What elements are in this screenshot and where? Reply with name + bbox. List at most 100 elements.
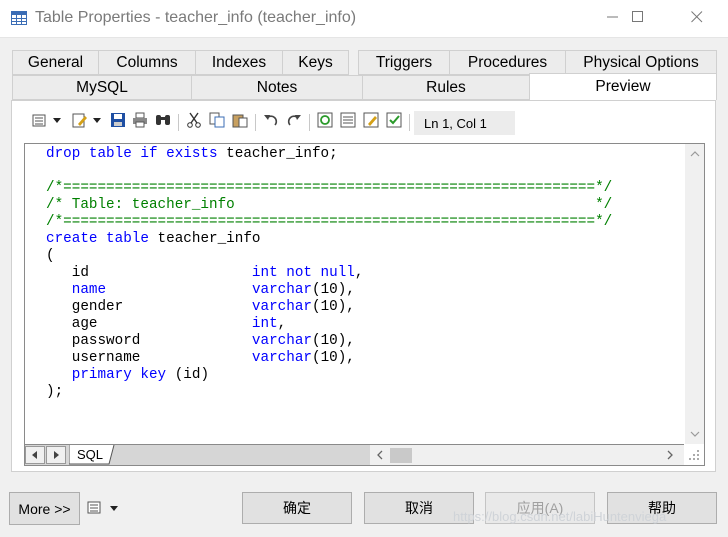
properties-dropdown-icon: [86, 501, 122, 524]
sheet-tab-label: SQL: [77, 447, 104, 462]
tab-indexes[interactable]: Indexes: [195, 50, 283, 75]
horizontal-scrollbar[interactable]: [370, 444, 684, 465]
sql-text: ,: [277, 316, 287, 332]
properties-menu-button[interactable]: [86, 496, 122, 520]
code-line: create table teacher_info: [46, 231, 686, 248]
refresh-button[interactable]: [316, 112, 334, 133]
edit-dropdown-button[interactable]: [70, 113, 104, 131]
tab-triggers[interactable]: Triggers: [358, 50, 450, 75]
check-options-icon: [386, 112, 402, 133]
show-generation-options-button[interactable]: [339, 112, 357, 133]
vertical-scrollbar[interactable]: [685, 144, 704, 444]
scroll-up-icon: [690, 151, 700, 157]
tab-columns[interactable]: Columns: [98, 50, 196, 75]
cut-button[interactable]: [185, 112, 203, 133]
tab-mysql[interactable]: MySQL: [12, 75, 192, 100]
cut-icon: [186, 112, 202, 133]
sql-text: teacher_info: [148, 231, 261, 247]
tab-general[interactable]: General: [12, 50, 99, 75]
check-options-button[interactable]: [385, 112, 403, 133]
sql-text: (: [46, 248, 55, 264]
sheet-next-button[interactable]: [46, 446, 66, 464]
sql-comment: /*======================================…: [46, 180, 613, 196]
triangle-right-icon: [54, 451, 59, 459]
tab-notes[interactable]: Notes: [191, 75, 363, 100]
sql-text: gender: [46, 299, 252, 315]
ok-button[interactable]: 确定: [242, 492, 352, 524]
code-line: primary key (id): [46, 367, 686, 384]
sheet-prev-button[interactable]: [25, 446, 45, 464]
code-line: age int,: [46, 316, 686, 333]
title-bar: Table Properties - teacher_info (teacher…: [0, 0, 728, 38]
tab-procedures[interactable]: Procedures: [449, 50, 566, 75]
properties-dropdown-icon: [31, 112, 63, 133]
sql-comment: /* Table: teacher_info */: [46, 197, 613, 213]
table-icon: [11, 11, 27, 25]
edit-options-button[interactable]: [362, 112, 380, 133]
sql-keyword: varchar: [251, 299, 312, 315]
sql-keyword: create table: [46, 231, 149, 247]
sql-code[interactable]: drop table if exists teacher_info; /*====…: [46, 146, 686, 438]
sql-preview-editor[interactable]: drop table if exists teacher_info; /*====…: [24, 143, 705, 466]
properties-dropdown-button[interactable]: [30, 113, 64, 131]
code-line: password varchar(10),: [46, 333, 686, 350]
sql-keyword: varchar: [251, 282, 312, 298]
code-line: );: [46, 384, 686, 401]
paste-icon: [232, 112, 248, 133]
redo-button[interactable]: [285, 113, 303, 131]
code-line: /*======================================…: [46, 180, 686, 197]
scroll-right-icon: [667, 450, 673, 460]
horizontal-scroll-thumb[interactable]: [390, 448, 412, 463]
preview-toolbar: Ln 1, Col 1: [28, 111, 518, 135]
tab-keys[interactable]: Keys: [282, 50, 349, 75]
tab-physical-options[interactable]: Physical Options: [565, 50, 717, 75]
sql-text: teacher_info;: [217, 146, 338, 162]
code-line: /* Table: teacher_info */: [46, 197, 686, 214]
refresh-icon: [317, 112, 333, 133]
sql-keyword: int: [251, 316, 278, 332]
maximize-icon: [632, 10, 644, 28]
copy-button[interactable]: [208, 112, 226, 131]
code-line: id int not null,: [46, 265, 686, 282]
sql-keyword: name: [71, 282, 107, 298]
code-line: name varchar(10),: [46, 282, 686, 299]
redo-icon: [286, 112, 302, 133]
sql-text: );: [46, 384, 64, 400]
sheet-tab-sql[interactable]: SQL: [69, 445, 115, 465]
save-icon: [110, 112, 126, 133]
close-icon: [691, 10, 703, 28]
maximize-button[interactable]: [615, 0, 661, 38]
undo-icon: [263, 112, 279, 133]
tab-rules[interactable]: Rules: [362, 75, 530, 100]
undo-button[interactable]: [262, 113, 280, 131]
more-button[interactable]: More >>: [9, 492, 80, 525]
tab-preview[interactable]: Preview: [529, 73, 717, 100]
window-title: Table Properties - teacher_info (teacher…: [35, 9, 357, 26]
code-line: /*======================================…: [46, 214, 686, 231]
save-button[interactable]: [109, 112, 127, 133]
code-line: gender varchar(10),: [46, 299, 686, 316]
triangle-left-icon: [32, 451, 37, 459]
paste-button[interactable]: [231, 113, 249, 131]
sql-text: age: [46, 316, 252, 332]
close-button[interactable]: [674, 0, 720, 38]
sql-text: id: [46, 265, 252, 281]
show-generation-options-icon: [340, 112, 356, 133]
edit-options-icon: [363, 112, 379, 133]
sql-text: ,: [354, 265, 364, 281]
print-icon: [132, 112, 148, 133]
watermark: https://blog.csdn.net/labiHuntenviega: [453, 509, 667, 524]
code-line: username varchar(10),: [46, 350, 686, 367]
sql-text: (10),: [311, 299, 355, 315]
print-button[interactable]: [131, 112, 149, 133]
sql-text: (10),: [311, 350, 355, 366]
find-button[interactable]: [154, 113, 172, 131]
scroll-down-icon: [690, 431, 700, 437]
sql-text: password: [46, 333, 252, 349]
scroll-left-icon: [377, 450, 383, 460]
edit-dropdown-icon: [71, 112, 103, 133]
sql-keyword: primary key: [71, 367, 167, 383]
